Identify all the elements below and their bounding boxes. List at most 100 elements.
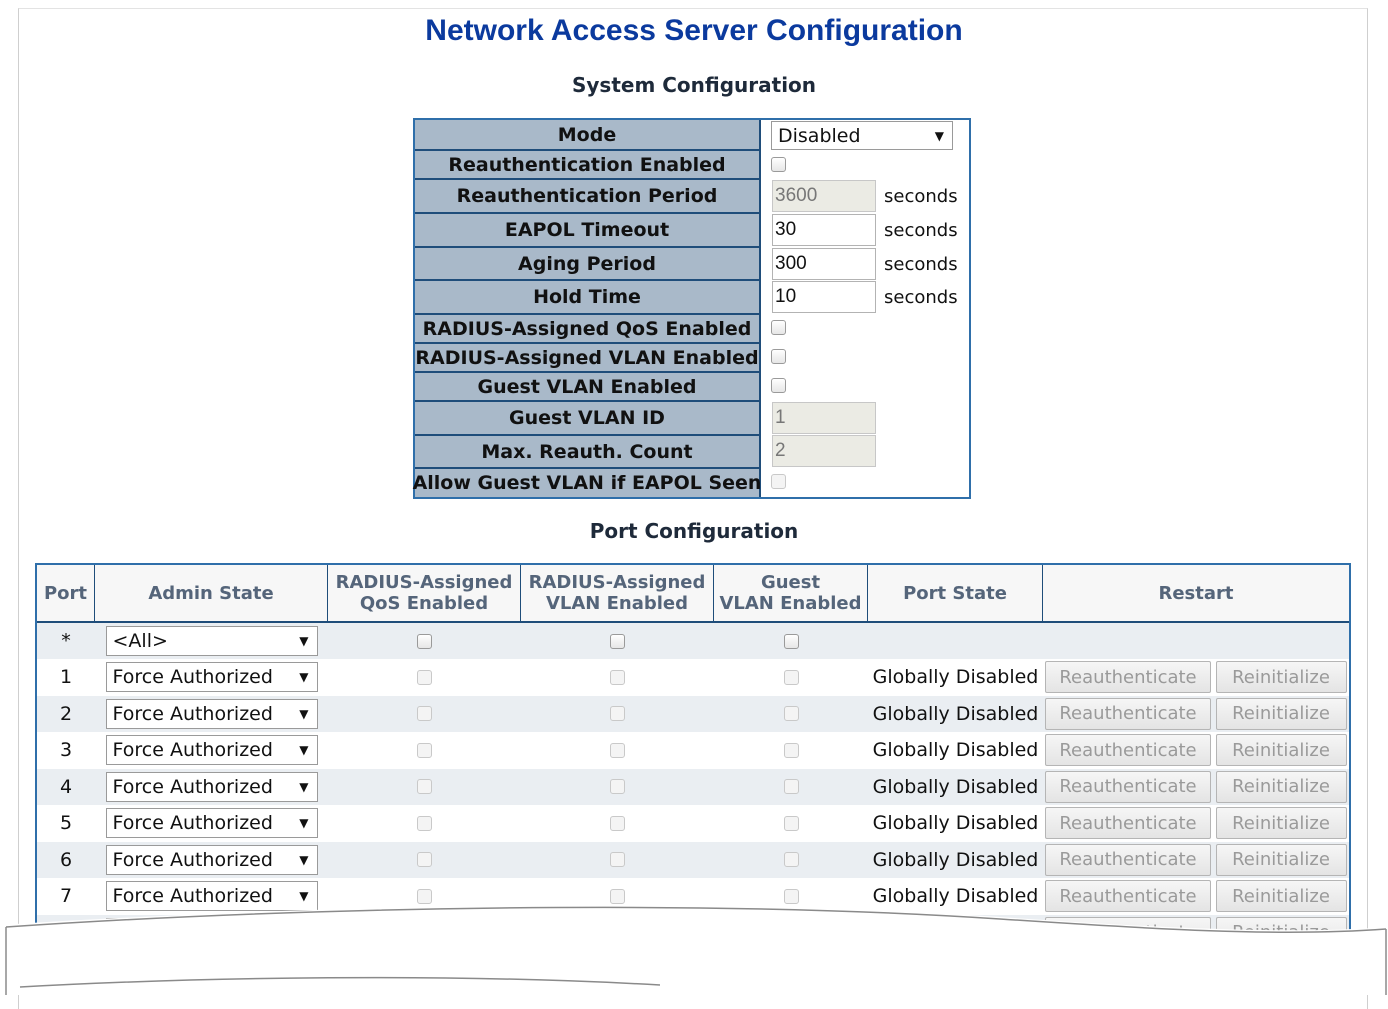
- reauthenticate-button[interactable]: Reauthenticate: [1045, 770, 1211, 803]
- hold-time-label: Hold Time: [415, 281, 761, 315]
- port-state: Globally Disabled: [872, 848, 1039, 871]
- reauth-period-input[interactable]: 3600: [772, 180, 876, 212]
- guest-vlan-checkbox[interactable]: [783, 742, 799, 758]
- max-reauth-count-input[interactable]: 2: [772, 435, 876, 467]
- col-header-radius-vlan-line2: VLAN Enabled: [545, 593, 689, 614]
- radius-qos-label: RADIUS-Assigned QoS Enabled: [415, 315, 761, 344]
- radius-vlan-checkbox-all[interactable]: [610, 633, 625, 649]
- radius-qos-checkbox-all[interactable]: [417, 633, 432, 649]
- reauth-enabled-label: Reauthentication Enabled: [415, 151, 761, 180]
- dropdown-arrow-icon: ▼: [299, 779, 309, 794]
- system-config-title: System Configuration: [571, 73, 817, 97]
- mode-label: Mode: [415, 120, 761, 151]
- port-state: Globally Disabled: [872, 775, 1039, 798]
- admin-state-value: Force Authorized: [112, 775, 273, 798]
- eapol-timeout-label: EAPOL Timeout: [415, 214, 761, 248]
- guest-vlan-enabled-checkbox[interactable]: [771, 378, 786, 393]
- radius-qos-checkbox[interactable]: [417, 852, 432, 867]
- guest-vlan-enabled-label: Guest VLAN Enabled: [415, 373, 761, 402]
- table-row: 5 Force Authorized ▼ Globally Disabled Reaut…: [37, 805, 1349, 841]
- radius-qos-checkbox[interactable]: [417, 815, 432, 831]
- guest-vlan-checkbox[interactable]: [783, 888, 799, 904]
- admin-state-select[interactable]: Force Authorized ▼: [105, 771, 318, 802]
- radius-vlan-checkbox[interactable]: [610, 742, 625, 758]
- guest-vlan-checkbox[interactable]: [783, 669, 799, 685]
- port-state: Globally Disabled: [872, 702, 1039, 725]
- allow-guest-vlan-checkbox[interactable]: [771, 474, 786, 489]
- allow-guest-vlan-label: Allow Guest VLAN if EAPOL Seen: [413, 469, 761, 497]
- reinitialize-button[interactable]: Reinitialize: [1215, 734, 1347, 766]
- col-header-guest-vlan-line1: Guest: [760, 572, 821, 593]
- radius-vlan-checkbox[interactable]: [610, 669, 625, 685]
- radius-vlan-checkbox[interactable]: [610, 852, 625, 867]
- radius-vlan-checkbox[interactable]: [610, 706, 625, 721]
- guest-vlan-checkbox[interactable]: [783, 852, 799, 867]
- reauthenticate-button[interactable]: Reauthenticate: [1045, 807, 1211, 839]
- admin-state-select[interactable]: Force Authorized ▼: [105, 698, 318, 729]
- dropdown-arrow-icon: ▼: [299, 889, 309, 903]
- dropdown-arrow-icon: ▼: [299, 670, 309, 684]
- admin-state-select-all[interactable]: <All> ▼: [105, 626, 318, 656]
- port-number: 7: [59, 885, 73, 907]
- radius-vlan-checkbox[interactable]: [610, 815, 625, 831]
- radius-qos-checkbox[interactable]: [417, 706, 432, 721]
- port-state: Globally Disabled: [872, 739, 1039, 761]
- admin-state-select[interactable]: Force Authorized ▼: [105, 844, 318, 875]
- radius-vlan-checkbox[interactable]: [610, 888, 625, 904]
- admin-state-value: Force Authorized: [112, 739, 273, 761]
- dropdown-arrow-icon: ▼: [299, 852, 309, 867]
- dropdown-arrow-icon: ▼: [299, 634, 309, 648]
- guest-vlan-checkbox[interactable]: [783, 706, 799, 721]
- radius-qos-checkbox[interactable]: [417, 888, 432, 904]
- port-number: 6: [59, 848, 73, 871]
- dropdown-arrow-icon: ▼: [299, 706, 309, 721]
- table-row: 6 Force Authorized ▼ Globally Disabled Reaut…: [37, 841, 1349, 878]
- port-number: *: [61, 630, 71, 652]
- admin-state-value: Force Authorized: [112, 885, 273, 907]
- reauthenticate-button[interactable]: Reauthenticate: [1045, 661, 1211, 693]
- radius-vlan-checkbox[interactable]: [610, 779, 625, 794]
- dropdown-arrow-icon: ▼: [934, 128, 944, 143]
- col-header-radius-vlan: RADIUS-Assigned VLAN Enabled: [521, 565, 714, 623]
- aging-period-input[interactable]: 300: [772, 248, 876, 280]
- reinitialize-button[interactable]: Reinitialize: [1215, 661, 1347, 693]
- guest-vlan-checkbox-all[interactable]: [783, 633, 799, 649]
- reinitialize-button[interactable]: Reinitialize: [1215, 843, 1347, 876]
- max-reauth-count-label: Max. Reauth. Count: [415, 436, 761, 469]
- reauthenticate-button[interactable]: Reauthenticate: [1045, 843, 1211, 876]
- admin-state-select[interactable]: Force Authorized ▼: [105, 808, 318, 838]
- eapol-timeout-input[interactable]: 30: [772, 214, 876, 246]
- radius-qos-checkbox[interactable]: [771, 320, 786, 335]
- hold-time-input[interactable]: 10: [772, 281, 876, 313]
- guest-vlan-checkbox[interactable]: [783, 779, 799, 794]
- table-row: 3 Force Authorized ▼ Globally Disabled Reaut…: [37, 732, 1349, 768]
- col-header-restart: Restart: [1043, 565, 1349, 623]
- guest-vlan-checkbox[interactable]: [783, 815, 799, 831]
- admin-state-value: Force Authorized: [112, 812, 273, 834]
- reauth-enabled-checkbox[interactable]: [771, 157, 786, 172]
- port-number: 4: [59, 775, 73, 798]
- guest-vlan-id-input[interactable]: 1: [772, 402, 876, 434]
- hold-time-unit: seconds: [884, 286, 958, 308]
- admin-state-select[interactable]: Force Authorized ▼: [105, 662, 318, 692]
- admin-state-select[interactable]: Force Authorized ▼: [105, 735, 318, 765]
- admin-state-value: <All>: [112, 630, 168, 652]
- port-state: Globally Disabled: [872, 666, 1039, 688]
- radius-vlan-label: RADIUS-Assigned VLAN Enabled: [415, 344, 761, 373]
- reinitialize-button[interactable]: Reinitialize: [1215, 697, 1347, 730]
- mode-select[interactable]: Disabled ▼: [771, 121, 953, 150]
- col-header-guest-vlan-line2: VLAN Enabled: [719, 593, 862, 614]
- table-row: 4 Force Authorized ▼ Globally Disabled Reaut…: [37, 768, 1349, 805]
- radius-qos-checkbox[interactable]: [417, 669, 432, 685]
- radius-qos-checkbox[interactable]: [417, 742, 432, 758]
- col-header-radius-qos-line2: QoS Enabled: [359, 593, 489, 614]
- port-state: Globally Disabled: [872, 812, 1039, 834]
- reinitialize-button[interactable]: Reinitialize: [1215, 807, 1347, 839]
- reauthenticate-button[interactable]: Reauthenticate: [1045, 734, 1211, 766]
- reinitialize-button[interactable]: Reinitialize: [1215, 770, 1347, 803]
- radius-vlan-checkbox[interactable]: [771, 349, 786, 364]
- radius-qos-checkbox[interactable]: [417, 779, 432, 794]
- table-row: 2 Force Authorized ▼ Globally Disabled Reaut…: [37, 695, 1349, 732]
- reauthenticate-button[interactable]: Reauthenticate: [1045, 697, 1211, 730]
- mode-select-value: Disabled: [778, 124, 861, 147]
